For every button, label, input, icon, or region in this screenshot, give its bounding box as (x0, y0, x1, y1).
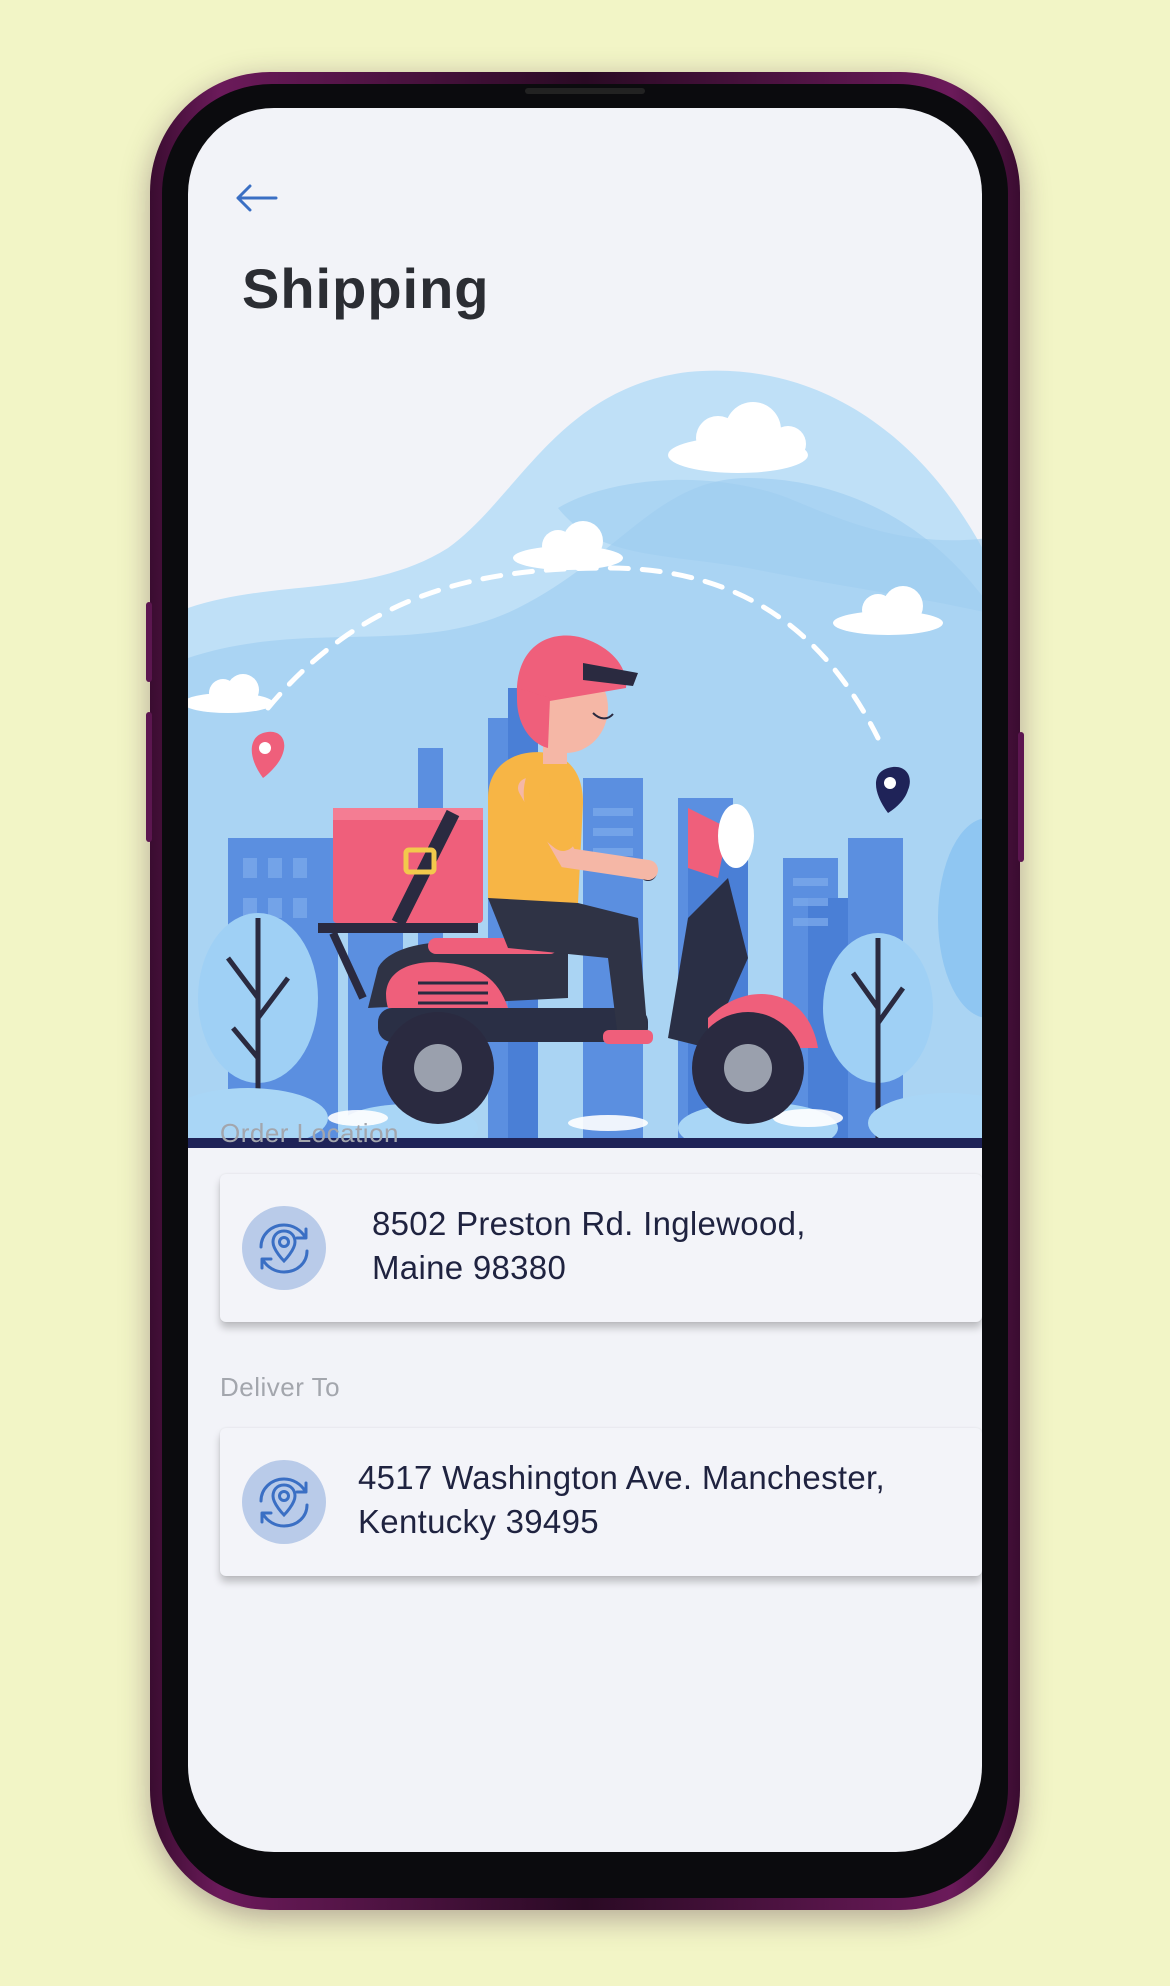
location-sync-icon (242, 1206, 326, 1290)
order-location-label: Order Location (220, 1118, 399, 1148)
speaker-grille (525, 88, 645, 94)
side-button-left-1 (146, 602, 152, 682)
deliver-to-address: 4517 Washington Ave. Manchester, Kentuck… (358, 1459, 885, 1540)
app-screen: Shipping Order Location 8502 Preston Rd.… (188, 108, 982, 1852)
side-button-right (1018, 732, 1024, 862)
arrow-left-icon (236, 184, 278, 212)
phone-frame: Shipping Order Location 8502 Preston Rd.… (146, 72, 1024, 1910)
side-button-left-2 (146, 712, 152, 842)
delivery-scooter-illustration (188, 370, 982, 1148)
location-sync-icon (242, 1460, 326, 1544)
deliver-to-label: Deliver To (220, 1372, 341, 1402)
order-location-address: 8502 Preston Rd. Inglewood, Maine 98380 (372, 1205, 806, 1286)
back-button[interactable] (232, 178, 280, 218)
deliver-to-card[interactable]: 4517 Washington Ave. Manchester, Kentuck… (220, 1428, 982, 1576)
phone-bezel: Shipping Order Location 8502 Preston Rd.… (162, 84, 1008, 1898)
page-title: Shipping (242, 257, 490, 320)
order-location-card[interactable]: 8502 Preston Rd. Inglewood, Maine 98380 (220, 1174, 982, 1322)
